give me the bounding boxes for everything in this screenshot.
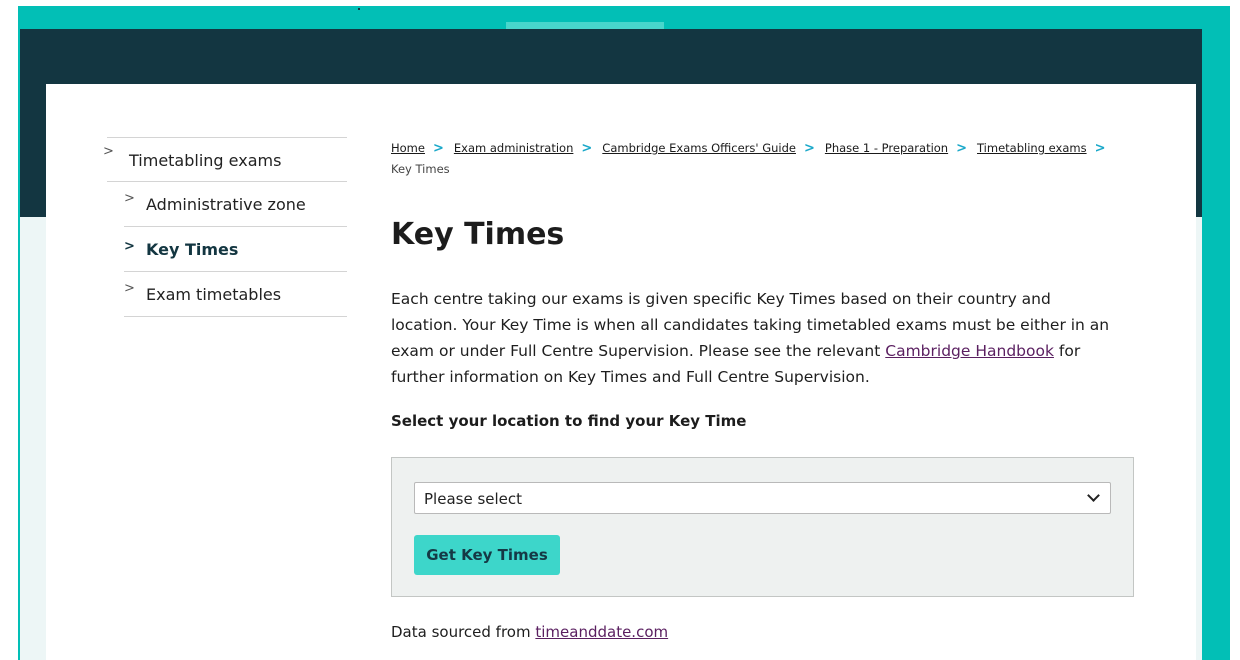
intro-paragraph: Each centre taking our exams is given sp… [391, 286, 1121, 390]
chevron-right-icon: > [103, 144, 114, 159]
select-location-heading: Select your location to find your Key Ti… [391, 412, 747, 430]
chevron-down-icon [1087, 489, 1100, 502]
active-tab-indicator [506, 22, 664, 29]
header-dot [358, 8, 360, 10]
chevron-right-icon: > [124, 281, 135, 296]
breadcrumb-separator-icon: > [581, 141, 593, 156]
sidebar-nav: > Timetabling exams > Administrative zon… [102, 137, 347, 317]
breadcrumb-separator-icon: > [432, 141, 444, 156]
cambridge-handbook-link[interactable]: Cambridge Handbook [885, 342, 1054, 360]
sidebar-item-label: Administrative zone [146, 195, 306, 214]
breadcrumb-separator-icon: > [803, 141, 815, 156]
data-source-note: Data sourced from timeanddate.com [391, 623, 668, 641]
breadcrumb-link-home[interactable]: Home [391, 141, 425, 155]
location-select[interactable]: Please select [414, 482, 1111, 514]
sidebar-item-label: Timetabling exams [129, 151, 282, 170]
location-select-value: Please select [424, 490, 523, 508]
breadcrumb: Home > Exam administration > Cambridge Exams… [391, 136, 1151, 177]
sidebar-item-administrative-zone[interactable]: > Administrative zone [124, 182, 347, 227]
sidebar-item-key-times[interactable]: > Key Times [124, 227, 347, 272]
sidebar-item-exam-timetables[interactable]: > Exam timetables [124, 272, 347, 317]
chevron-right-icon: > [124, 239, 135, 254]
breadcrumb-current: Key Times [391, 162, 450, 176]
breadcrumb-separator-icon: > [956, 141, 968, 156]
sidebar-item-label: Exam timetables [146, 285, 282, 304]
key-times-selector-panel: Please select Get Key Times [391, 457, 1134, 597]
timeanddate-link[interactable]: timeanddate.com [535, 623, 668, 641]
breadcrumb-link-exam-administration[interactable]: Exam administration [454, 141, 574, 155]
breadcrumb-link-timetabling-exams[interactable]: Timetabling exams [977, 141, 1087, 155]
sidebar-item-timetabling-exams[interactable]: > Timetabling exams [103, 137, 347, 182]
get-key-times-button[interactable]: Get Key Times [414, 535, 560, 575]
chevron-right-icon: > [124, 191, 135, 206]
breadcrumb-link-officers-guide[interactable]: Cambridge Exams Officers' Guide [602, 141, 796, 155]
breadcrumb-separator-icon: > [1094, 141, 1106, 156]
breadcrumb-link-phase-1[interactable]: Phase 1 - Preparation [825, 141, 948, 155]
source-prefix: Data sourced from [391, 623, 536, 641]
sidebar-item-label: Key Times [146, 240, 239, 259]
page-title: Key Times [391, 217, 565, 252]
